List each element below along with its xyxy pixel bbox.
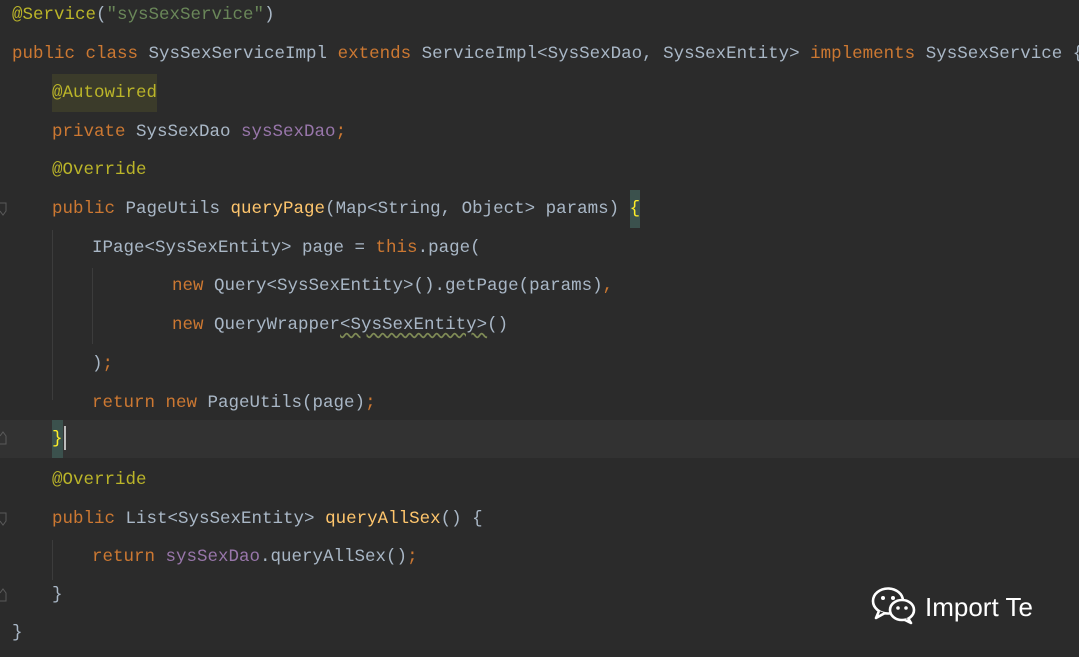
line-content: } xyxy=(12,614,23,652)
code-token: SysSexService { xyxy=(925,44,1079,64)
code-line[interactable]: private SysSexDao sysSexDao; xyxy=(0,113,1079,151)
watermark: Import Te xyxy=(871,585,1033,629)
current-line[interactable]: } xyxy=(0,420,1079,458)
code-line[interactable]: @Override xyxy=(0,151,1079,189)
line-content: public PageUtils queryPage(Map<String, O… xyxy=(52,190,641,228)
line-content: new QueryWrapper<SysSexEntity>() xyxy=(172,306,508,344)
code-line[interactable]: return sysSexDao.queryAllSex(); xyxy=(0,538,1079,576)
code-token: public class xyxy=(12,44,149,64)
code-line[interactable]: IPage<SysSexEntity> page = this.page( xyxy=(0,229,1079,267)
code-token: public xyxy=(52,199,126,219)
code-line[interactable]: public class SysSexServiceImpl extends S… xyxy=(0,35,1079,73)
code-token: <SysSexEntity> xyxy=(340,315,488,335)
code-token: PageUtils xyxy=(125,199,231,219)
code-token: SysSexServiceImpl xyxy=(148,44,338,64)
line-content: new Query<SysSexEntity>().getPage(params… xyxy=(172,267,613,305)
code-token: { xyxy=(629,190,641,228)
code-token: @Autowired xyxy=(52,74,158,112)
code-token: ) xyxy=(264,5,275,25)
code-token: "sysSexService" xyxy=(106,5,265,25)
code-token: return new xyxy=(92,393,208,413)
code-token: IPage<SysSexEntity> page = xyxy=(92,238,376,258)
code-token: @Override xyxy=(52,160,147,180)
code-token: @Service xyxy=(12,5,97,25)
code-line[interactable]: new QueryWrapper<SysSexEntity>() xyxy=(0,306,1079,344)
code-line[interactable]: new Query<SysSexEntity>().getPage(params… xyxy=(0,267,1079,305)
code-token: @Override xyxy=(52,470,147,490)
code-token: ; xyxy=(102,354,114,374)
code-token: ( xyxy=(96,5,107,25)
code-token: Query<SysSexEntity>().getPage(params) xyxy=(214,276,603,296)
line-content: @Override xyxy=(52,151,147,189)
code-token: } xyxy=(12,623,23,643)
code-editor[interactable]: @Service("sysSexService") public class S… xyxy=(0,0,1079,657)
code-token: QueryWrapper xyxy=(214,315,341,335)
code-token: () xyxy=(487,315,509,335)
line-content: } xyxy=(52,576,63,614)
code-token: PageUtils(page) xyxy=(207,393,366,413)
code-token: } xyxy=(52,420,63,458)
line-content: } xyxy=(52,420,66,458)
line-content: @Service("sysSexService") xyxy=(12,0,275,34)
code-token: List<SysSexEntity> xyxy=(125,509,326,529)
line-content: ); xyxy=(92,345,113,383)
wechat-icon xyxy=(871,585,917,630)
code-line[interactable]: @Override xyxy=(0,461,1079,499)
code-token: implements xyxy=(810,44,926,64)
code-token: new xyxy=(172,276,215,296)
code-token: ; xyxy=(335,122,347,142)
line-content: @Autowired xyxy=(52,74,158,112)
code-token: sysSexDao xyxy=(165,547,261,567)
line-content: IPage<SysSexEntity> page = this.page( xyxy=(92,229,481,267)
line-content: public class SysSexServiceImpl extends S… xyxy=(12,35,1079,73)
code-token: queryAllSex xyxy=(325,509,441,529)
code-token: .page( xyxy=(417,238,481,258)
code-line[interactable]: @Service("sysSexService") xyxy=(0,0,1079,34)
code-line[interactable]: public List<SysSexEntity> queryAllSex() … xyxy=(0,500,1079,538)
fold-marker-icon[interactable] xyxy=(0,431,7,445)
code-token: new xyxy=(172,315,215,335)
code-token: , xyxy=(602,276,614,296)
code-token: return xyxy=(92,547,166,567)
line-content: @Override xyxy=(52,461,147,499)
code-token: sysSexDao xyxy=(241,122,336,142)
code-token: SysSexDao xyxy=(136,122,242,142)
code-token: public xyxy=(52,509,126,529)
code-token: ; xyxy=(365,393,376,413)
code-token: (Map<String, Object> params) xyxy=(325,199,630,219)
line-content: public List<SysSexEntity> queryAllSex() … xyxy=(52,500,483,538)
code-token: () { xyxy=(440,509,483,529)
code-line[interactable]: ); xyxy=(0,345,1079,383)
code-token: ServiceImpl<SysSexDao, SysSexEntity> xyxy=(421,44,811,64)
code-line[interactable]: public PageUtils queryPage(Map<String, O… xyxy=(0,190,1079,228)
watermark-text: Import Te xyxy=(925,591,1033,622)
code-token: queryPage xyxy=(230,199,326,219)
line-content: private SysSexDao sysSexDao; xyxy=(52,113,346,151)
code-token: this xyxy=(375,238,418,258)
fold-marker-icon[interactable] xyxy=(0,588,7,602)
code-token: extends xyxy=(337,44,422,64)
line-content: return sysSexDao.queryAllSex(); xyxy=(92,538,418,576)
code-token: } xyxy=(52,585,63,605)
fold-marker-icon[interactable] xyxy=(0,202,7,216)
code-token: ) xyxy=(92,354,103,374)
line-content: return new PageUtils(page); xyxy=(92,384,376,422)
code-token: ; xyxy=(407,547,418,567)
code-token: .queryAllSex() xyxy=(260,547,408,567)
code-line[interactable]: return new PageUtils(page); xyxy=(0,384,1079,422)
code-token: private xyxy=(52,122,137,142)
fold-marker-icon[interactable] xyxy=(0,512,7,526)
text-caret xyxy=(63,426,66,451)
code-line[interactable]: @Autowired xyxy=(0,74,1079,112)
